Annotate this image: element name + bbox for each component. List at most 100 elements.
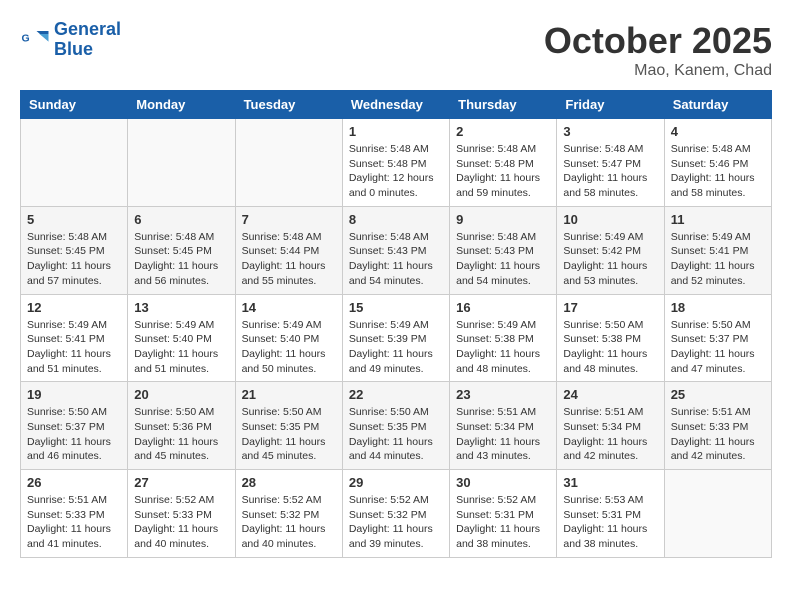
day-info: Sunrise: 5:49 AM Sunset: 5:40 PM Dayligh… [134,318,228,377]
calendar-cell: 12 Sunrise: 5:49 AM Sunset: 5:41 PM Dayli… [21,294,128,382]
calendar-cell: 25Sunrise: 5:51 AM Sunset: 5:33 PM Dayli… [664,382,771,470]
day-number: 5 [27,212,121,227]
weekday-header-row: SundayMondayTuesdayWednesdayThursdayFrid… [21,91,772,119]
calendar-week-row: 19 Sunrise: 5:50 AM Sunset: 5:37 PM Dayli… [21,382,772,470]
location: Mao, Kanem, Chad [544,62,772,80]
day-number: 1 [349,124,443,139]
calendar-cell: 30 Sunrise: 5:52 AM Sunset: 5:31 PM Dayli… [450,470,557,558]
day-info: Sunrise: 5:51 AM Sunset: 5:34 PM Dayligh… [563,405,657,464]
day-info: Sunrise: 5:50 AM Sunset: 5:38 PM Dayligh… [563,318,657,377]
calendar-cell [235,119,342,207]
calendar-table: SundayMondayTuesdayWednesdayThursdayFrid… [20,90,772,558]
day-info: Sunrise: 5:52 AM Sunset: 5:31 PM Dayligh… [456,493,550,552]
day-number: 20 [134,387,228,402]
day-info: Sunrise: 5:51 AM Sunset: 5:34 PM Dayligh… [456,405,550,464]
day-number: 4 [671,124,765,139]
calendar-cell: 9Sunrise: 5:48 AM Sunset: 5:43 PM Daylig… [450,206,557,294]
day-number: 30 [456,475,550,490]
day-info: Sunrise: 5:50 AM Sunset: 5:35 PM Dayligh… [242,405,336,464]
day-info: Sunrise: 5:48 AM Sunset: 5:44 PM Dayligh… [242,230,336,289]
day-number: 12 [27,300,121,315]
day-info: Sunrise: 5:50 AM Sunset: 5:37 PM Dayligh… [671,318,765,377]
logo: G General Blue [20,20,121,60]
day-info: Sunrise: 5:48 AM Sunset: 5:43 PM Dayligh… [349,230,443,289]
day-number: 2 [456,124,550,139]
logo-general: General [54,19,121,39]
day-info: Sunrise: 5:48 AM Sunset: 5:45 PM Dayligh… [27,230,121,289]
day-info: Sunrise: 5:49 AM Sunset: 5:41 PM Dayligh… [27,318,121,377]
day-info: Sunrise: 5:48 AM Sunset: 5:47 PM Dayligh… [563,142,657,201]
day-number: 16 [456,300,550,315]
calendar-cell: 16Sunrise: 5:49 AM Sunset: 5:38 PM Dayli… [450,294,557,382]
day-info: Sunrise: 5:50 AM Sunset: 5:35 PM Dayligh… [349,405,443,464]
calendar-cell: 29Sunrise: 5:52 AM Sunset: 5:32 PM Dayli… [342,470,449,558]
day-number: 21 [242,387,336,402]
calendar-cell: 11 Sunrise: 5:49 AM Sunset: 5:41 PM Dayli… [664,206,771,294]
day-number: 8 [349,212,443,227]
day-number: 19 [27,387,121,402]
calendar-cell: 22 Sunrise: 5:50 AM Sunset: 5:35 PM Dayli… [342,382,449,470]
day-info: Sunrise: 5:49 AM Sunset: 5:42 PM Dayligh… [563,230,657,289]
calendar-cell: 14 Sunrise: 5:49 AM Sunset: 5:40 PM Dayli… [235,294,342,382]
day-info: Sunrise: 5:50 AM Sunset: 5:36 PM Dayligh… [134,405,228,464]
day-info: Sunrise: 5:48 AM Sunset: 5:48 PM Dayligh… [349,142,443,201]
calendar-cell: 5 Sunrise: 5:48 AM Sunset: 5:45 PM Daylig… [21,206,128,294]
calendar-cell [21,119,128,207]
day-number: 7 [242,212,336,227]
calendar-week-row: 26Sunrise: 5:51 AM Sunset: 5:33 PM Dayli… [21,470,772,558]
day-info: Sunrise: 5:49 AM Sunset: 5:39 PM Dayligh… [349,318,443,377]
calendar-cell: 2 Sunrise: 5:48 AM Sunset: 5:48 PM Daylig… [450,119,557,207]
day-info: Sunrise: 5:49 AM Sunset: 5:40 PM Dayligh… [242,318,336,377]
day-number: 15 [349,300,443,315]
calendar-cell: 7 Sunrise: 5:48 AM Sunset: 5:44 PM Daylig… [235,206,342,294]
weekday-header: Sunday [21,91,128,119]
day-info: Sunrise: 5:48 AM Sunset: 5:46 PM Dayligh… [671,142,765,201]
day-number: 25 [671,387,765,402]
calendar-cell: 4 Sunrise: 5:48 AM Sunset: 5:46 PM Daylig… [664,119,771,207]
day-info: Sunrise: 5:52 AM Sunset: 5:32 PM Dayligh… [242,493,336,552]
month-title: October 2025 [544,20,772,62]
day-info: Sunrise: 5:52 AM Sunset: 5:33 PM Dayligh… [134,493,228,552]
day-info: Sunrise: 5:48 AM Sunset: 5:48 PM Dayligh… [456,142,550,201]
weekday-header: Monday [128,91,235,119]
calendar-cell: 19 Sunrise: 5:50 AM Sunset: 5:37 PM Dayli… [21,382,128,470]
calendar-cell: 10 Sunrise: 5:49 AM Sunset: 5:42 PM Dayli… [557,206,664,294]
day-number: 31 [563,475,657,490]
logo-blue: Blue [54,39,93,59]
calendar-week-row: 5 Sunrise: 5:48 AM Sunset: 5:45 PM Daylig… [21,206,772,294]
day-number: 23 [456,387,550,402]
calendar-cell: 13 Sunrise: 5:49 AM Sunset: 5:40 PM Dayli… [128,294,235,382]
day-number: 13 [134,300,228,315]
day-number: 14 [242,300,336,315]
calendar-cell: 6Sunrise: 5:48 AM Sunset: 5:45 PM Daylig… [128,206,235,294]
day-info: Sunrise: 5:48 AM Sunset: 5:43 PM Dayligh… [456,230,550,289]
svg-text:G: G [22,32,30,44]
day-number: 18 [671,300,765,315]
page-header: G General Blue October 2025 Mao, Kanem, … [20,20,772,80]
calendar-cell: 15 Sunrise: 5:49 AM Sunset: 5:39 PM Dayli… [342,294,449,382]
weekday-header: Thursday [450,91,557,119]
weekday-header: Friday [557,91,664,119]
logo-icon: G [20,25,50,55]
day-number: 22 [349,387,443,402]
day-number: 28 [242,475,336,490]
calendar-cell: 26Sunrise: 5:51 AM Sunset: 5:33 PM Dayli… [21,470,128,558]
day-number: 10 [563,212,657,227]
day-info: Sunrise: 5:53 AM Sunset: 5:31 PM Dayligh… [563,493,657,552]
calendar-cell [664,470,771,558]
weekday-header: Wednesday [342,91,449,119]
calendar-cell: 27Sunrise: 5:52 AM Sunset: 5:33 PM Dayli… [128,470,235,558]
day-info: Sunrise: 5:49 AM Sunset: 5:41 PM Dayligh… [671,230,765,289]
calendar-cell: 24Sunrise: 5:51 AM Sunset: 5:34 PM Dayli… [557,382,664,470]
calendar-cell: 18 Sunrise: 5:50 AM Sunset: 5:37 PM Dayli… [664,294,771,382]
day-number: 11 [671,212,765,227]
calendar-cell: 31 Sunrise: 5:53 AM Sunset: 5:31 PM Dayli… [557,470,664,558]
calendar-cell: 1 Sunrise: 5:48 AM Sunset: 5:48 PM Daylig… [342,119,449,207]
calendar-week-row: 1 Sunrise: 5:48 AM Sunset: 5:48 PM Daylig… [21,119,772,207]
day-info: Sunrise: 5:48 AM Sunset: 5:45 PM Dayligh… [134,230,228,289]
day-info: Sunrise: 5:51 AM Sunset: 5:33 PM Dayligh… [27,493,121,552]
day-info: Sunrise: 5:50 AM Sunset: 5:37 PM Dayligh… [27,405,121,464]
weekday-header: Tuesday [235,91,342,119]
calendar-cell: 3Sunrise: 5:48 AM Sunset: 5:47 PM Daylig… [557,119,664,207]
calendar-cell: 17Sunrise: 5:50 AM Sunset: 5:38 PM Dayli… [557,294,664,382]
